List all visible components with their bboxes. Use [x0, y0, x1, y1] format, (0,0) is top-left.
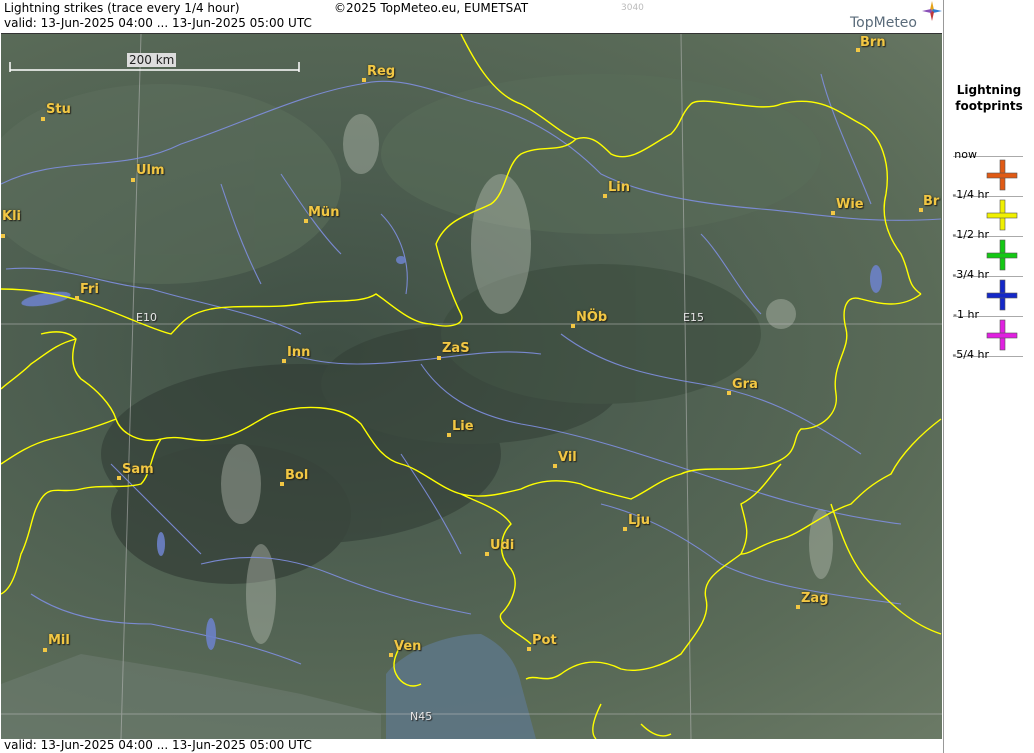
city-dot [447, 433, 451, 437]
city-dot [117, 476, 121, 480]
city-label[interactable]: Kli [2, 209, 21, 224]
map-title: Lightning strikes (trace every 1/4 hour) [4, 1, 240, 15]
ligurian-area [1, 654, 381, 739]
city-label[interactable]: NÖb [576, 310, 607, 325]
legend-label: -3/4 hr [952, 268, 989, 281]
city-label[interactable]: Br [923, 194, 939, 209]
city-label[interactable]: Lin [608, 180, 630, 195]
city-label[interactable]: Pot [532, 633, 557, 648]
city-dot [831, 211, 835, 215]
city-label[interactable]: Brn [860, 35, 886, 50]
grid-label-e10: E10 [136, 311, 157, 324]
valid-time-top: valid: 13-Jun-2025 04:00 ... 13-Jun-2025… [4, 16, 312, 30]
city-dot [280, 482, 284, 486]
cross-icon [986, 159, 1018, 191]
city-dot [727, 391, 731, 395]
cross-icon [986, 319, 1018, 351]
city-dot [571, 324, 575, 328]
map-layers [1, 34, 942, 739]
city-dot [527, 647, 531, 651]
city-dot [75, 296, 79, 300]
copyright: ©2025 TopMeteo.eu, EUMETSAT [334, 1, 529, 15]
city-label[interactable]: Reg [367, 64, 395, 79]
city-dot [623, 527, 627, 531]
grid-label-n45: N45 [410, 710, 433, 723]
city-label[interactable]: Stu [46, 102, 71, 117]
legend-panel: Lightning footprints now -1/4 hr -1/2 hr… [943, 0, 1034, 753]
header: Lightning strikes (trace every 1/4 hour)… [0, 0, 942, 32]
footer: valid: 13-Jun-2025 04:00 ... 13-Jun-2025… [0, 738, 942, 753]
city-dot [796, 605, 800, 609]
city-label[interactable]: Vil [558, 450, 577, 465]
map-code: 3040 [621, 3, 644, 13]
satellite-map[interactable]: 200 km E10 E15 N45 Brn Reg Stu Ulm Lin W… [1, 33, 942, 740]
city-dot [43, 648, 47, 652]
city-dot [437, 356, 441, 360]
scale-label: 200 km [127, 53, 177, 67]
city-label[interactable]: Udi [490, 538, 514, 553]
city-label[interactable]: Zag [801, 591, 829, 606]
city-dot [553, 464, 557, 468]
city-label[interactable]: Lie [452, 419, 474, 434]
city-label[interactable]: Inn [287, 345, 310, 360]
city-dot [485, 552, 489, 556]
city-dot [131, 178, 135, 182]
valid-time-bottom: valid: 13-Jun-2025 04:00 ... 13-Jun-2025… [4, 738, 312, 752]
city-dot [389, 653, 393, 657]
terrain-shading [1, 74, 821, 584]
city-dot [41, 117, 45, 121]
city-label[interactable]: ZaS [442, 341, 470, 356]
legend-label: -1 hr [953, 308, 979, 321]
city-dot [282, 359, 286, 363]
city-dot [1, 234, 5, 238]
legend-label: -5/4 hr [952, 348, 989, 361]
city-label[interactable]: Sam [122, 462, 154, 477]
cross-icon [986, 239, 1018, 271]
cross-icon [986, 279, 1018, 311]
city-dot [603, 194, 607, 198]
city-label[interactable]: Ven [394, 639, 421, 654]
topmeteo-logo: TopMeteo [850, 15, 917, 31]
city-label[interactable]: Mil [48, 633, 70, 648]
legend-label: -1/2 hr [952, 228, 989, 241]
city-label[interactable]: Wie [836, 197, 864, 212]
legend-title: Lightning footprints [955, 83, 1023, 113]
cross-icon [986, 199, 1018, 231]
legend-label: now [954, 148, 977, 161]
city-label[interactable]: Fri [80, 282, 99, 297]
city-label[interactable]: Mün [308, 205, 339, 220]
city-label[interactable]: Bol [285, 468, 308, 483]
legend-label: -1/4 hr [952, 188, 989, 201]
city-label[interactable]: Lju [628, 513, 650, 528]
city-label[interactable]: Gra [732, 377, 758, 392]
compass-logo-icon [922, 1, 942, 21]
city-label[interactable]: Ulm [136, 163, 165, 178]
grid-label-e15: E15 [683, 311, 704, 324]
city-dot [362, 78, 366, 82]
